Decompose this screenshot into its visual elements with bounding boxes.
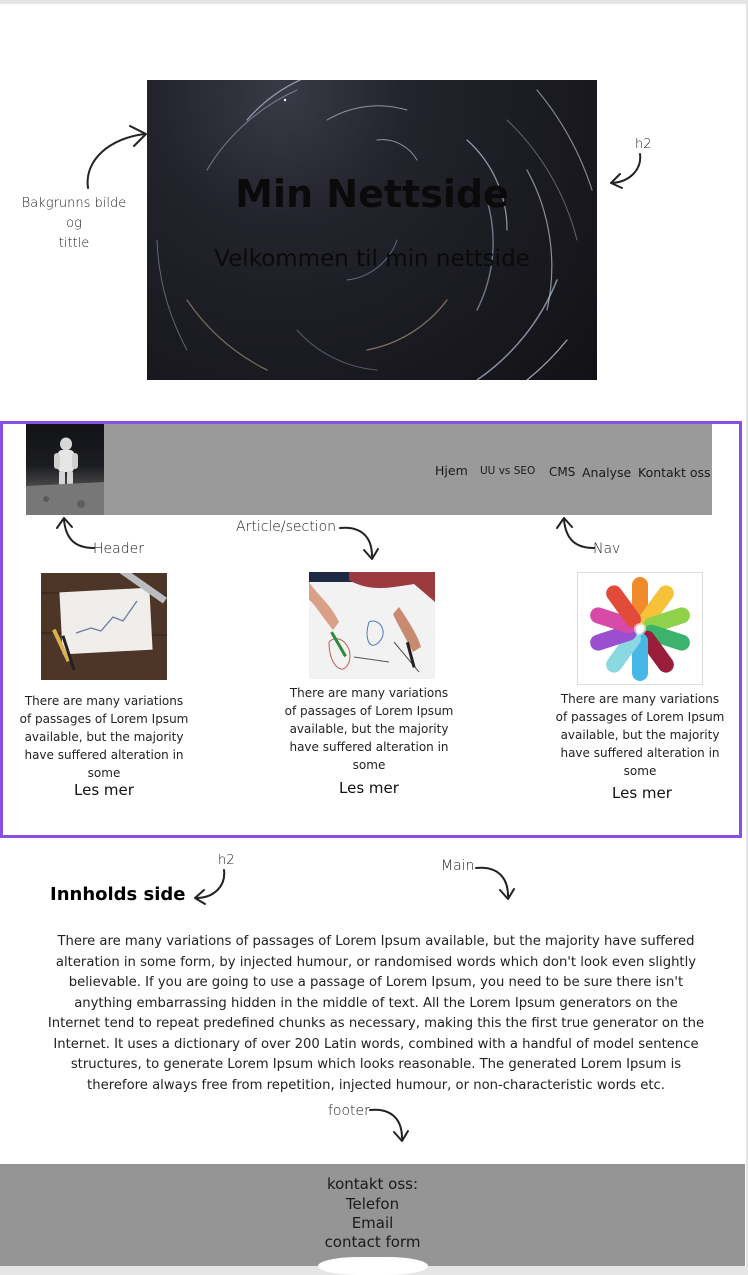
card-link-les-mer[interactable]: Les mer xyxy=(284,779,454,797)
annotation-background-line1: Bakgrunns bilde og xyxy=(21,196,127,231)
arrow-curved-icon xyxy=(194,869,226,905)
content-body: There are many variations of passages of… xyxy=(47,934,705,1093)
annotation-footer: footer xyxy=(328,1103,370,1119)
desk-chart-art xyxy=(41,573,167,680)
footer-link-email[interactable]: Email xyxy=(0,1214,745,1232)
nav-item-hjem[interactable]: Hjem xyxy=(435,463,468,478)
annotation-background-line2: tittle xyxy=(58,236,90,251)
card-text: There are many variations of passages of… xyxy=(555,692,725,778)
card-image-bandages xyxy=(577,572,703,685)
annotation-header: Header xyxy=(93,541,144,557)
card-image-desk xyxy=(41,573,167,680)
arrow-curved-icon xyxy=(475,866,515,900)
scroll-indicator xyxy=(318,1257,428,1275)
site-title: Min Nettside xyxy=(235,172,509,216)
hero-background-image: Min Nettside Velkommen til min nettside xyxy=(147,80,597,380)
card-link-les-mer[interactable]: Les mer xyxy=(557,784,727,802)
top-strip xyxy=(0,0,748,4)
arrow-curved-icon xyxy=(339,526,379,560)
annotation-main: Main xyxy=(441,858,475,874)
card-text: There are many variations of passages of… xyxy=(284,686,454,772)
arrow-curved-icon xyxy=(556,517,595,549)
annotation-h2-top: h2 xyxy=(635,137,652,152)
nav-item-uu-vs-seo[interactable]: UU vs SEO xyxy=(480,465,535,477)
arrow-curved-icon xyxy=(369,1108,409,1142)
site-subtitle: Velkommen til min nettside xyxy=(214,246,530,272)
nav-item-cms[interactable]: CMS xyxy=(549,465,575,479)
drawing-hands-art xyxy=(309,572,435,679)
annotation-h2-content: h2 xyxy=(218,853,235,868)
card-link-les-mer[interactable]: Les mer xyxy=(19,781,189,799)
colorful-bandages-art xyxy=(590,577,690,681)
footer-link-telefon[interactable]: Telefon xyxy=(0,1195,745,1213)
card-image-drawing xyxy=(309,572,435,679)
annotation-background: Bakgrunns bilde og tittle xyxy=(14,194,134,254)
annotation-article-section: Article/section xyxy=(236,519,337,535)
nav-item-kontakt-oss[interactable]: Kontakt oss xyxy=(638,465,711,480)
annotation-nav: Nav xyxy=(593,541,621,557)
arrow-curved-icon xyxy=(610,153,642,189)
star-trails-art xyxy=(156,80,593,380)
content-title: Innholds side xyxy=(50,884,186,905)
arrow-curved-icon xyxy=(86,125,147,189)
card-text: There are many variations of passages of… xyxy=(19,694,189,780)
logo-astronaut-image[interactable] xyxy=(26,424,104,515)
footer-link-contact-form[interactable]: contact form xyxy=(0,1233,745,1251)
astronaut-art xyxy=(26,437,104,515)
footer-heading: kontakt oss: xyxy=(326,1175,419,1193)
arrow-curved-icon xyxy=(56,517,95,549)
footer: kontakt oss: Telefon Email contact form xyxy=(0,1164,745,1266)
nav-item-analyse[interactable]: Analyse xyxy=(582,465,631,480)
